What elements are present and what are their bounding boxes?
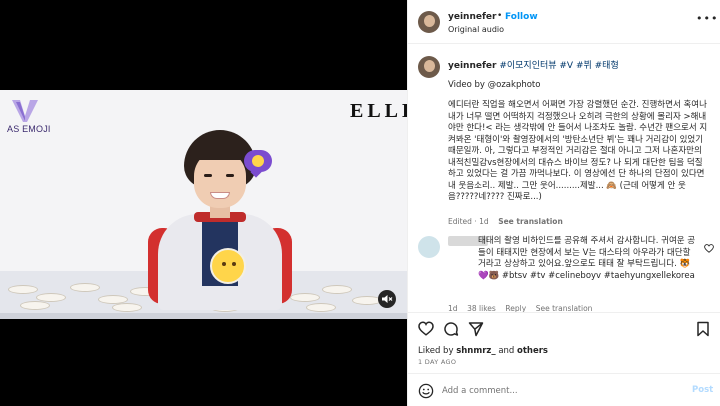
commenter-avatar[interactable] [418, 236, 440, 258]
comment-likes[interactable]: 38 likes [467, 304, 496, 312]
caption-avatar[interactable] [418, 56, 440, 78]
mute-toggle-button[interactable] [378, 290, 396, 308]
post-sidebar: yeinnefer • Follow Original audio ••• ye… [407, 0, 720, 406]
caption-username[interactable]: yeinnefer [448, 61, 496, 71]
follow-button[interactable]: Follow [505, 12, 538, 22]
table-edge [0, 313, 407, 319]
original-audio-link[interactable]: Original audio [448, 25, 504, 34]
post-comment-button[interactable]: Post [692, 385, 713, 395]
add-comment-bar: Post [408, 373, 720, 406]
heart-icon[interactable] [418, 321, 434, 336]
caption-text: 에디터란 직업을 해오면서 어쩌면 가장 강렬했던 순간. 진행하면서 혹여나 … [448, 100, 710, 202]
comment-time: 1d [448, 304, 458, 312]
caption-time: 1d [479, 217, 489, 226]
caption-meta: Edited · 1d See translation [448, 217, 563, 226]
speaker-muted-icon [382, 295, 393, 303]
author-username[interactable]: yeinnefer [448, 12, 496, 22]
video-credit: Video by @ozakphoto [448, 80, 541, 90]
caption-see-translation[interactable]: See translation [498, 217, 563, 226]
caption-header: yeinnefer #이모지인터뷰 #V #뷔 #태형 [448, 58, 619, 71]
comment-input[interactable] [442, 383, 672, 399]
v-logo-icon [12, 100, 38, 122]
comment-meta: 1d 38 likes Reply See translation [448, 304, 592, 312]
comments-section[interactable]: yeinnefer #이모지인터뷰 #V #뷔 #태형 Video by @oz… [408, 44, 720, 312]
send-icon[interactable] [468, 321, 484, 337]
comment-like-heart-icon[interactable] [704, 244, 714, 253]
likes-summary: Liked by shnmrz_ and others [418, 346, 548, 356]
post-date: 1 DAY AGO [418, 358, 457, 366]
comment-icon[interactable] [443, 321, 459, 337]
caption-hashtags[interactable]: #이모지인터뷰 #V #뷔 #태형 [499, 61, 618, 71]
smiley-icon[interactable] [418, 383, 434, 399]
action-bar [408, 312, 720, 344]
comment-text: 태태의 촬영 비하인드를 공유해 주셔서 감사합니다. 귀여운 공들이 태태지만… [478, 236, 696, 281]
more-options-icon[interactable]: ••• [696, 12, 718, 25]
liked-by-others[interactable]: others [517, 346, 548, 356]
liked-by-user[interactable]: shnmrz_ [456, 346, 495, 356]
comment-reply-button[interactable]: Reply [505, 304, 526, 312]
post-media[interactable]: AS EMOJI ELLE [0, 0, 407, 406]
author-avatar[interactable] [418, 11, 440, 33]
video-player[interactable]: AS EMOJI ELLE [0, 90, 407, 319]
brand-logo-text: AS EMOJI [7, 124, 51, 134]
magazine-logo: ELLE [350, 100, 407, 122]
separator-dot: • [497, 11, 503, 21]
edited-label: Edited [448, 217, 472, 226]
bookmark-icon[interactable] [696, 321, 710, 337]
comment-see-translation[interactable]: See translation [536, 304, 593, 312]
emoji-icon [252, 155, 264, 167]
post-header: yeinnefer • Follow Original audio ••• [408, 0, 720, 44]
emoji-plate [210, 248, 246, 284]
